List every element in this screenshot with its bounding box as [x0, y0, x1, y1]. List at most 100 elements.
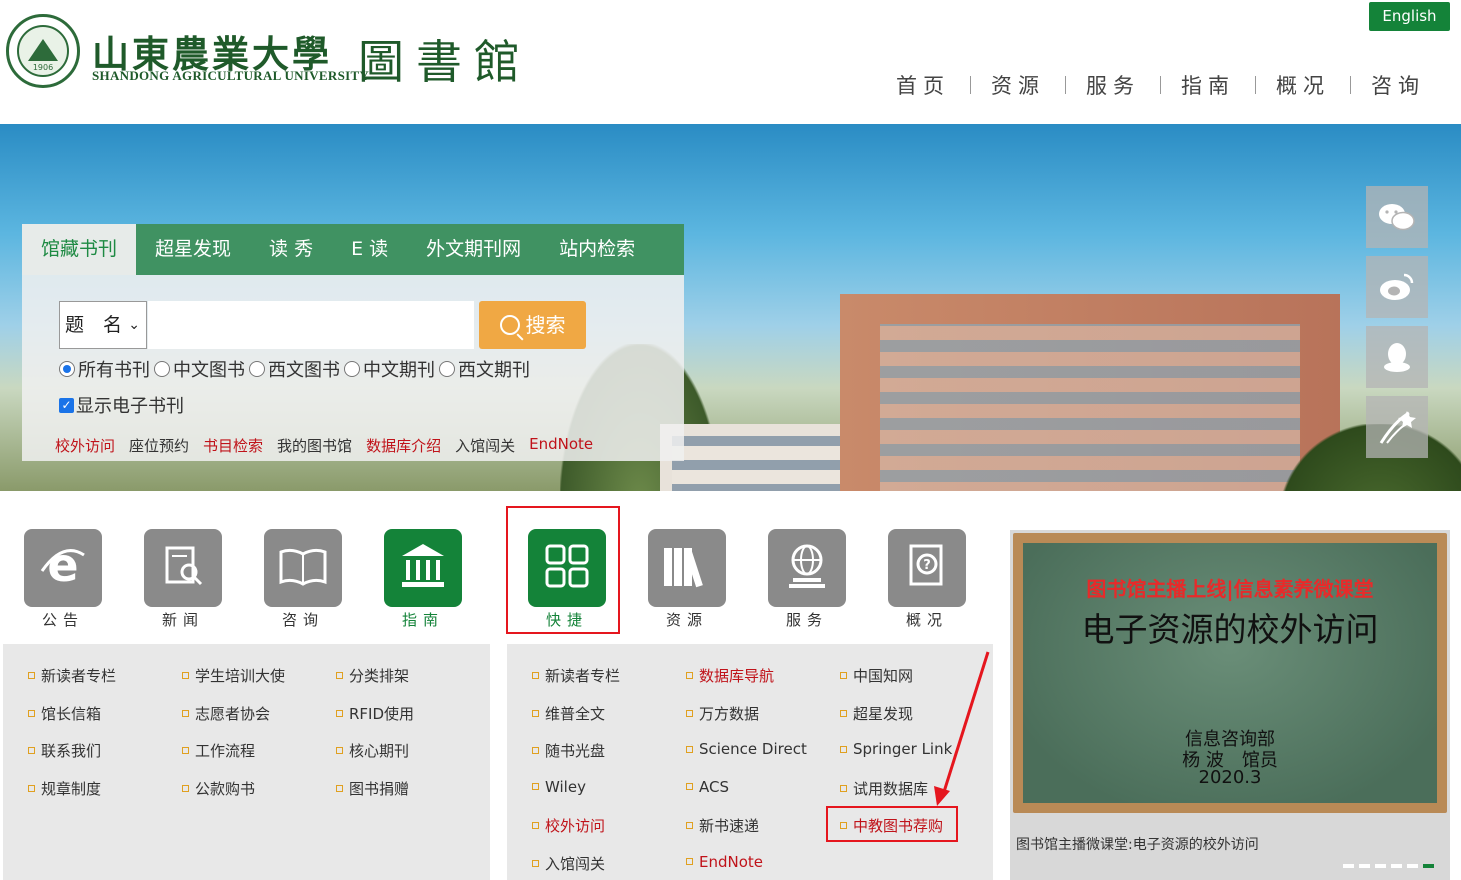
- collection-radio[interactable]: 所有书刊: [59, 356, 150, 382]
- ebook-checkbox[interactable]: ✓ 显示电子书刊: [59, 392, 184, 418]
- guide-link[interactable]: 学生培训大使: [182, 665, 285, 686]
- search-tab[interactable]: E 读: [332, 224, 407, 275]
- search-tab[interactable]: 站内检索: [540, 224, 654, 275]
- search-quick-link[interactable]: 我的图书馆: [277, 435, 352, 456]
- search-tab[interactable]: 读 秀: [250, 224, 332, 275]
- search-quick-link[interactable]: 入馆闯关: [455, 435, 515, 456]
- guide-link[interactable]: 新读者专栏: [28, 665, 116, 686]
- guide-link[interactable]: 图书捐赠: [336, 778, 409, 799]
- radio-label: 中文期刊: [363, 360, 435, 381]
- slide-dot[interactable]: [1359, 864, 1370, 868]
- collection-radio[interactable]: 中文期刊: [344, 356, 435, 382]
- quick-link-label: 维普全文: [545, 704, 606, 723]
- quick-link[interactable]: Springer Link: [840, 740, 952, 758]
- search-quick-link[interactable]: 书目检索: [203, 435, 263, 456]
- nav-tile-books[interactable]: [648, 529, 726, 607]
- quick-link[interactable]: 随书光盘: [532, 740, 605, 761]
- collection-radio[interactable]: 西文图书: [249, 356, 340, 382]
- slide-caption[interactable]: 图书馆主播微课堂:电子资源的校外访问: [1016, 834, 1259, 854]
- nav-tile-book[interactable]: [264, 529, 342, 607]
- quick-link[interactable]: 超星发现: [840, 703, 913, 724]
- guide-link[interactable]: 志愿者协会: [182, 703, 270, 724]
- nav-tile-globe[interactable]: [768, 529, 846, 607]
- english-button[interactable]: English: [1369, 2, 1450, 31]
- guide-link[interactable]: 分类排架: [336, 665, 409, 686]
- slide-main-text: 电子资源的校外访问: [1081, 610, 1379, 649]
- quick-link[interactable]: 万方数据: [686, 703, 759, 724]
- nav-tile-institution[interactable]: [384, 529, 462, 607]
- nav-item[interactable]: 服务: [1066, 70, 1160, 100]
- search-button[interactable]: 搜索: [479, 301, 586, 349]
- quick-link[interactable]: 中国知网: [840, 665, 913, 686]
- nav-item[interactable]: 咨询: [1351, 70, 1445, 100]
- nav-tile-label[interactable]: 服务: [768, 609, 846, 630]
- search-quick-link[interactable]: 座位预约: [129, 435, 189, 456]
- bullet-square-icon: [532, 747, 539, 754]
- search-quick-link[interactable]: 数据库介绍: [366, 435, 441, 456]
- quick-link[interactable]: 试用数据库: [840, 778, 928, 799]
- search-quick-link[interactable]: EndNote: [529, 435, 593, 456]
- library-title[interactable]: 圖書館: [358, 26, 532, 92]
- search-quick-link[interactable]: 校外访问: [55, 435, 115, 456]
- nav-tile-label[interactable]: 新闻: [144, 609, 222, 630]
- bullet-square-icon: [686, 709, 693, 717]
- guide-link[interactable]: 馆长信箱: [28, 703, 101, 724]
- slide-dot[interactable]: [1391, 864, 1402, 868]
- slide-dot[interactable]: [1343, 864, 1354, 868]
- bullet-square-icon: [532, 709, 539, 717]
- nav-tile-label[interactable]: 概况: [888, 609, 966, 630]
- guide-link[interactable]: 联系我们: [28, 740, 101, 761]
- quick-link-label: 随书光盘: [545, 742, 606, 760]
- nav-item[interactable]: 资源: [971, 70, 1065, 100]
- guide-link[interactable]: RFID使用: [336, 703, 414, 724]
- nav-item[interactable]: 首页: [876, 70, 970, 100]
- radio-dot-icon: [249, 361, 265, 377]
- wechat-icon[interactable]: [1366, 186, 1428, 248]
- search-tab[interactable]: 外文期刊网: [407, 224, 540, 275]
- weibo-icon[interactable]: [1366, 256, 1428, 318]
- guide-link[interactable]: 工作流程: [182, 740, 255, 761]
- search-input[interactable]: [148, 301, 474, 349]
- slide-dot[interactable]: [1423, 864, 1434, 868]
- nav-tile-label[interactable]: 指南: [384, 609, 462, 630]
- chalkboard-image: 图书馆主播上线|信息素养微课堂 电子资源的校外访问 信息咨询部 杨 波 馆员 2…: [1023, 543, 1437, 803]
- nav-tile-label[interactable]: 公告: [24, 609, 102, 630]
- bullet-square-icon: [840, 784, 847, 792]
- university-seal-logo[interactable]: 1906: [6, 14, 80, 88]
- quick-link[interactable]: Science Direct: [686, 740, 807, 758]
- qq-icon[interactable]: [1366, 326, 1428, 388]
- guide-link[interactable]: 核心期刊: [336, 740, 409, 761]
- search-tab[interactable]: 超星发现: [136, 224, 250, 275]
- hero-banner: 馆藏书刊 超星发现读 秀E 读外文期刊网 站内检索 题 名 ⌄ 搜索 所有书刊 中文图…: [0, 124, 1461, 491]
- quick-link[interactable]: 维普全文: [532, 703, 605, 724]
- search-field-select[interactable]: 题 名 ⌄: [59, 301, 147, 349]
- nav-item[interactable]: 概况: [1256, 70, 1350, 100]
- quick-link[interactable]: 新书速递: [686, 815, 759, 836]
- slide-dot[interactable]: [1407, 864, 1418, 868]
- guide-link[interactable]: 公款购书: [182, 778, 255, 799]
- collection-radio[interactable]: 中文图书: [154, 356, 245, 382]
- guide-link-label: 规章制度: [41, 779, 102, 798]
- quick-link-label: 新书速递: [699, 817, 760, 835]
- nav-item[interactable]: 指南: [1161, 70, 1255, 100]
- search-tab[interactable]: 馆藏书刊: [22, 224, 137, 275]
- nav-tile-ie[interactable]: e: [24, 529, 102, 607]
- nav-tile-question-book[interactable]: ?: [888, 529, 966, 607]
- collection-radio[interactable]: 西文期刊: [439, 356, 530, 382]
- quick-link-label: Springer Link: [853, 740, 953, 758]
- guide-link[interactable]: 规章制度: [28, 778, 101, 799]
- quick-link[interactable]: 新读者专栏: [532, 665, 620, 686]
- nav-tile-news[interactable]: [144, 529, 222, 607]
- quick-link[interactable]: 入馆闯关: [532, 853, 605, 874]
- meteor-icon[interactable]: [1366, 396, 1428, 458]
- quick-link[interactable]: 数据库导航: [686, 665, 774, 686]
- quick-link[interactable]: ACS: [686, 778, 729, 796]
- quick-link[interactable]: EndNote: [686, 853, 763, 871]
- featured-slide[interactable]: 图书馆主播上线|信息素养微课堂 电子资源的校外访问 信息咨询部 杨 波 馆员 2…: [1010, 530, 1450, 880]
- nav-tile-label[interactable]: 资源: [648, 609, 726, 630]
- nav-tile-label[interactable]: 咨询: [264, 609, 342, 630]
- guide-link-label: 学生培训大使: [195, 667, 286, 685]
- quick-link[interactable]: Wiley: [532, 778, 586, 796]
- slide-dot[interactable]: [1375, 864, 1386, 868]
- quick-link[interactable]: 校外访问: [532, 815, 605, 836]
